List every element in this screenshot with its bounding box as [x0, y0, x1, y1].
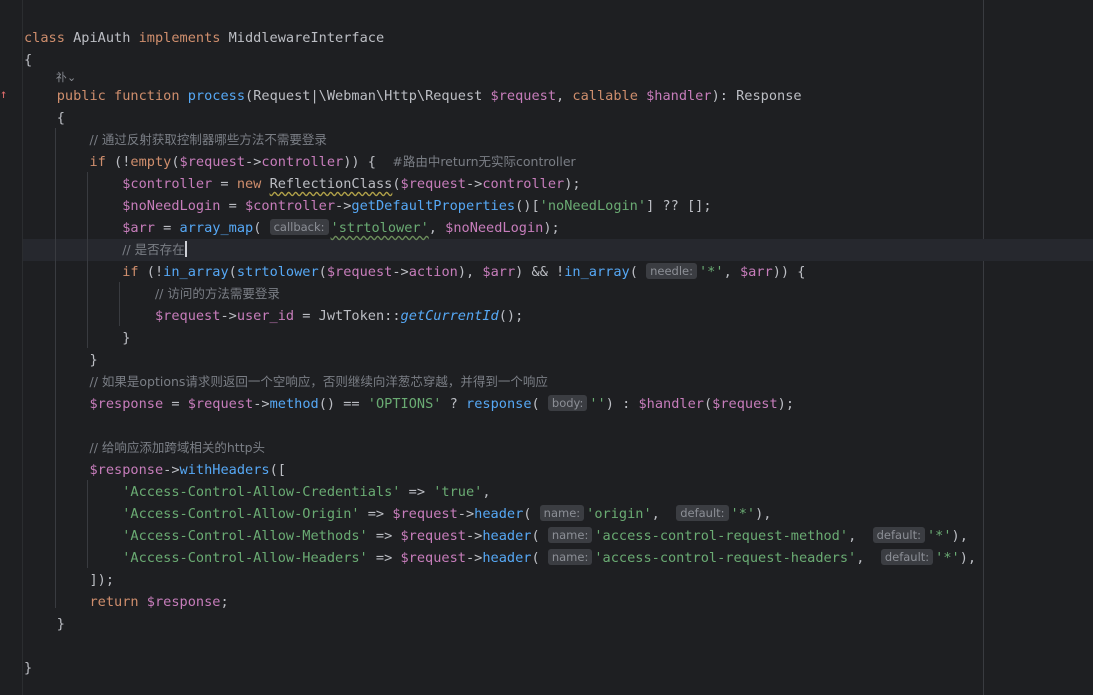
string-literal: 'Access-Control-Allow-Credentials' — [122, 484, 401, 500]
string-literal: 'strtolower' — [330, 220, 429, 236]
code-line[interactable]: 'Access-Control-Allow-Credentials' => 't… — [24, 481, 490, 503]
comment: #路由中return无实际controller — [392, 154, 576, 169]
string-literal: '*' — [935, 550, 960, 566]
param-hint: default: — [880, 549, 934, 565]
param-hint: default: — [872, 527, 925, 543]
code-line[interactable]: // 给响应添加跨域相关的http头 — [24, 437, 265, 459]
string-literal: '*' — [699, 264, 724, 280]
param-hint: default: — [676, 505, 729, 521]
string-literal: 'Access-Control-Allow-Headers' — [122, 550, 368, 566]
param-hint: name: — [547, 549, 593, 565]
code-line[interactable]: 'Access-Control-Allow-Headers' => $reque… — [24, 547, 976, 569]
param-hint: body: — [547, 395, 588, 411]
string-literal: 'Access-Control-Allow-Origin' — [122, 506, 360, 522]
string-literal: '*' — [926, 528, 952, 544]
string-literal: 'OPTIONS' — [367, 396, 442, 412]
class-name: ApiAuth — [73, 30, 131, 46]
code-line[interactable]: $arr = array_map( callback:'strtolower',… — [24, 217, 560, 239]
code-line[interactable]: class ApiAuth implements MiddlewareInter… — [24, 27, 384, 49]
code-line[interactable]: { — [24, 107, 65, 129]
method-name: process — [187, 88, 246, 104]
text-caret — [184, 241, 187, 257]
code-line[interactable]: 'Access-Control-Allow-Methods' => $reque… — [24, 525, 968, 547]
comment: // 访问的方法需要登录 — [154, 286, 280, 301]
code-line[interactable]: $response = $request->method() == 'OPTIO… — [24, 393, 794, 415]
string-literal: 'Access-Control-Allow-Methods' — [122, 528, 368, 544]
string-literal: 'access-control-request-method' — [594, 528, 849, 544]
string-literal: 'origin' — [586, 506, 652, 522]
param-hint: callback: — [269, 219, 329, 235]
editor-gutter[interactable] — [0, 0, 23, 695]
string-literal: 'true' — [433, 484, 483, 500]
code-line[interactable]: // 是否存在 — [24, 239, 187, 261]
code-line[interactable]: ]); — [24, 569, 114, 591]
code-line[interactable]: 'Access-Control-Allow-Origin' => $reques… — [24, 503, 771, 525]
string-literal: 'access-control-request-headers' — [594, 550, 857, 566]
comment: // 是否存在 — [122, 242, 185, 257]
string-literal: '*' — [730, 506, 756, 522]
code-line[interactable]: } — [24, 327, 130, 349]
code-line[interactable]: return $response; — [24, 591, 228, 613]
interface-name: MiddlewareInterface — [228, 30, 385, 46]
code-line[interactable]: } — [24, 349, 97, 371]
comment: // 给响应添加跨域相关的http头 — [89, 440, 266, 455]
code-line[interactable]: // 访问的方法需要登录 — [24, 283, 280, 305]
param-hint: name: — [539, 505, 585, 521]
override-arrow-icon[interactable]: ↑ — [0, 87, 7, 101]
param-hint: needle: — [646, 263, 697, 279]
code-line[interactable]: $controller = new ReflectionClass($reque… — [24, 173, 580, 195]
string-literal: 'noNeedLogin' — [539, 198, 647, 214]
code-line[interactable]: } — [24, 613, 65, 635]
keyword: implements — [138, 30, 221, 46]
code-line[interactable]: } — [24, 657, 32, 679]
keyword: function — [114, 88, 180, 104]
param-hint: name: — [547, 527, 593, 543]
string-literal: '' — [589, 396, 606, 412]
keyword: class — [24, 30, 65, 46]
code-line[interactable]: $response->withHeaders([ — [24, 459, 285, 481]
ai-assistant-icon[interactable]: 䃼⌄ — [56, 69, 76, 85]
code-line[interactable]: // 如果是options请求则返回一个空响应，否则继续向洋葱芯穿越，并得到一个… — [24, 371, 548, 393]
code-line[interactable]: // 通过反射获取控制器哪些方法不需要登录 — [24, 129, 327, 151]
comment: // 通过反射获取控制器哪些方法不需要登录 — [89, 132, 327, 147]
keyword: public — [56, 88, 106, 104]
code-line[interactable]: if (!in_array(strtolower($request->actio… — [24, 261, 805, 283]
code-line[interactable]: { — [24, 49, 32, 71]
right-margin-guide — [983, 0, 984, 695]
code-line[interactable]: $request->user_id = JwtToken::getCurrent… — [24, 305, 523, 327]
code-line[interactable]: if (!empty($request->controller)) { #路由中… — [24, 151, 576, 173]
code-line[interactable]: $noNeedLogin = $controller->getDefaultPr… — [24, 195, 711, 217]
comment: // 如果是options请求则返回一个空响应，否则继续向洋葱芯穿越，并得到一个… — [89, 374, 548, 389]
code-line[interactable]: public function process(Request|\Webman\… — [24, 85, 802, 107]
